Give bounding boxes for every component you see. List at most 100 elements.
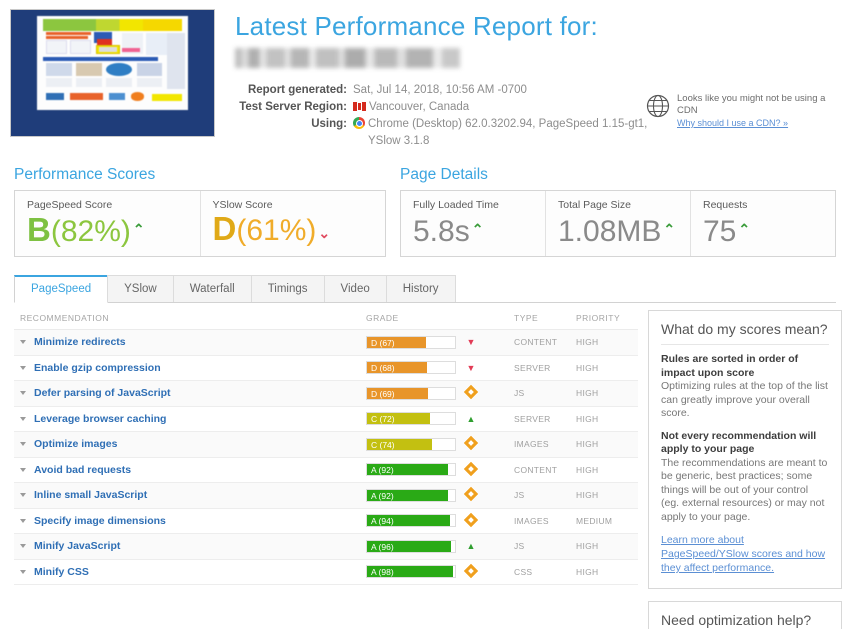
trend-neutral-diamond-icon bbox=[456, 385, 486, 400]
page-details-card: Fully Loaded Time 5.8s ⌃ Total Page Size … bbox=[400, 190, 836, 257]
expand-triangle-icon[interactable] bbox=[20, 518, 26, 523]
expand-triangle-icon[interactable] bbox=[20, 569, 26, 574]
table-row[interactable]: Optimize images C (74) IMAGES HIGH bbox=[14, 432, 638, 458]
total-page-size-cell[interactable]: Total Page Size 1.08MB ⌃ bbox=[545, 191, 690, 256]
recommendation-link[interactable]: Inline small JavaScript bbox=[34, 489, 147, 501]
grade-cell: D (68) ▼ bbox=[366, 361, 514, 375]
scores-explainer-text-2: The recommendations are meant to be gene… bbox=[661, 456, 828, 523]
requests-label: Requests bbox=[703, 199, 748, 211]
grade-bar: D (67) bbox=[366, 335, 456, 349]
pagespeed-score-value: B(82%) ⌃ bbox=[27, 211, 188, 250]
table-row[interactable]: Specify image dimensions A (94) IMAGES MEDI… bbox=[14, 508, 638, 534]
learn-more-link[interactable]: Learn more about PageSpeed/YSlow scores … bbox=[661, 533, 829, 575]
recommendation-link[interactable]: Optimize images bbox=[34, 438, 117, 450]
type-cell: CSS bbox=[514, 566, 533, 577]
pagespeed-score-label: PageSpeed Score bbox=[27, 199, 113, 211]
page-details-title: Page Details bbox=[400, 166, 488, 183]
recommendation-cell: Inline small JavaScript bbox=[14, 489, 366, 501]
table-row[interactable]: Defer parsing of JavaScript D (69) JS HIGH bbox=[14, 381, 638, 407]
type-cell: CONTENT bbox=[514, 337, 558, 348]
expand-triangle-icon[interactable] bbox=[20, 493, 26, 498]
expand-triangle-icon[interactable] bbox=[20, 544, 26, 549]
recommendation-link[interactable]: Avoid bad requests bbox=[34, 464, 131, 476]
tab-history[interactable]: History bbox=[385, 275, 456, 302]
grade-cell: A (92) bbox=[366, 487, 514, 502]
tabs-container: PageSpeed YSlow Waterfall Timings Video … bbox=[0, 257, 850, 303]
priority-cell: HIGH bbox=[576, 566, 599, 577]
requests-value: 75 bbox=[703, 215, 737, 248]
tab-yslow[interactable]: YSlow bbox=[107, 275, 174, 302]
expand-triangle-icon[interactable] bbox=[20, 365, 26, 370]
fully-loaded-time-label: Fully Loaded Time bbox=[413, 199, 499, 211]
grade-cell: A (94) bbox=[366, 512, 514, 528]
recommendation-link[interactable]: Enable gzip compression bbox=[34, 362, 161, 374]
table-row[interactable]: Leverage browser caching C (72) ▲ SERVER HIG… bbox=[14, 406, 638, 432]
pagespeed-score-cell[interactable]: PageSpeed Score B(82%) ⌃ bbox=[15, 191, 200, 256]
fully-loaded-time-value: 5.8s bbox=[413, 215, 470, 248]
cdn-learn-link[interactable]: Why should I use a CDN? » bbox=[677, 118, 842, 128]
pagespeed-grade-percent: (82%) bbox=[50, 215, 131, 248]
expand-triangle-icon[interactable] bbox=[20, 442, 26, 447]
grade-cell: A (96) ▲ bbox=[366, 539, 514, 553]
table-row[interactable]: Minimize redirects D (67) ▼ CONTENT HIGH bbox=[14, 330, 638, 356]
column-header-priority: PRIORITY bbox=[576, 313, 621, 323]
recommendation-link[interactable]: Minify JavaScript bbox=[34, 540, 120, 552]
grade-label: A (98) bbox=[371, 567, 394, 578]
pagespeed-trend-up-icon: ⌃ bbox=[132, 221, 145, 237]
trend-neutral-diamond-icon bbox=[456, 512, 486, 528]
main-content: RECOMMENDATION GRADE TYPE PRIORITY Minim… bbox=[0, 303, 850, 629]
recommendation-cell: Defer parsing of JavaScript bbox=[14, 387, 366, 399]
priority-cell: HIGH bbox=[576, 413, 599, 424]
trend-neutral-diamond-icon bbox=[456, 563, 486, 579]
report-header: Latest Performance Report for: Report ge… bbox=[0, 0, 850, 150]
grade-cell: D (67) ▼ bbox=[366, 335, 514, 349]
performance-scores-title: Performance Scores bbox=[14, 166, 156, 183]
priority-cell: HIGH bbox=[576, 439, 599, 450]
table-row[interactable]: Enable gzip compression D (68) ▼ SERVER HIGH bbox=[14, 355, 638, 381]
meta-label-using: Using: bbox=[311, 118, 347, 130]
grade-cell: C (74) bbox=[366, 436, 514, 451]
expand-triangle-icon[interactable] bbox=[20, 467, 26, 472]
table-header: RECOMMENDATION GRADE TYPE PRIORITY bbox=[14, 303, 638, 330]
recommendation-link[interactable]: Leverage browser caching bbox=[34, 413, 166, 425]
priority-cell: HIGH bbox=[576, 464, 599, 475]
report-url-redacted bbox=[235, 48, 460, 68]
scores-explainer-bold-2: Not every recommendation will apply to y… bbox=[661, 429, 817, 456]
sidebar: What do my scores mean? Rules are sorted… bbox=[648, 303, 842, 629]
table-row[interactable]: Inline small JavaScript A (92) JS HIGH bbox=[14, 483, 638, 509]
recommendation-cell: Minimize redirects bbox=[14, 336, 366, 348]
recommendation-link[interactable]: Minimize redirects bbox=[34, 336, 126, 348]
table-row[interactable]: Minify CSS A (98) CSS HIGH bbox=[14, 559, 638, 585]
yslow-score-cell[interactable]: YSlow Score D(61%) ⌄ bbox=[199, 191, 386, 256]
meta-value-generated: Sat, Jul 14, 2018, 10:56 AM -0700 bbox=[353, 84, 527, 96]
fully-loaded-time-cell[interactable]: Fully Loaded Time 5.8s ⌃ bbox=[401, 191, 545, 256]
requests-cell[interactable]: Requests 75 ⌃ bbox=[690, 191, 835, 256]
grade-bar: A (94) bbox=[366, 514, 456, 528]
grade-label: A (92) bbox=[371, 490, 394, 501]
page-title: Latest Performance Report for: bbox=[235, 11, 598, 41]
tab-pagespeed[interactable]: PageSpeed bbox=[14, 275, 109, 303]
table-body: Minimize redirects D (67) ▼ CONTENT HIGH Enab… bbox=[14, 330, 638, 585]
table-row[interactable]: Minify JavaScript A (96) ▲ JS HIGH bbox=[14, 534, 638, 560]
page-size-trend-up-icon: ⌃ bbox=[663, 221, 676, 237]
expand-triangle-icon[interactable] bbox=[20, 416, 26, 421]
tab-waterfall[interactable]: Waterfall bbox=[172, 275, 252, 302]
type-cell: IMAGES bbox=[514, 439, 549, 450]
grade-label: C (72) bbox=[371, 414, 395, 425]
total-page-size-value: 1.08MB bbox=[558, 215, 662, 248]
expand-triangle-icon[interactable] bbox=[20, 340, 26, 345]
grade-bar: C (72) bbox=[366, 412, 456, 426]
recommendation-link[interactable]: Defer parsing of JavaScript bbox=[34, 387, 171, 399]
page-screenshot-thumbnail[interactable] bbox=[10, 9, 215, 137]
trend-neutral-diamond-icon bbox=[456, 436, 486, 451]
tab-timings[interactable]: Timings bbox=[250, 275, 325, 302]
tab-video[interactable]: Video bbox=[323, 275, 387, 302]
grade-cell: A (92) bbox=[366, 461, 514, 477]
recommendation-cell: Enable gzip compression bbox=[14, 362, 366, 374]
recommendation-link[interactable]: Minify CSS bbox=[34, 566, 89, 578]
expand-triangle-icon[interactable] bbox=[20, 391, 26, 396]
recommendation-link[interactable]: Specify image dimensions bbox=[34, 515, 166, 527]
yslow-grade-percent: (61%) bbox=[236, 214, 317, 247]
table-row[interactable]: Avoid bad requests A (92) CONTENT HIGH bbox=[14, 457, 638, 483]
cdn-notice: Looks like you might not be using a CDN … bbox=[646, 93, 842, 128]
